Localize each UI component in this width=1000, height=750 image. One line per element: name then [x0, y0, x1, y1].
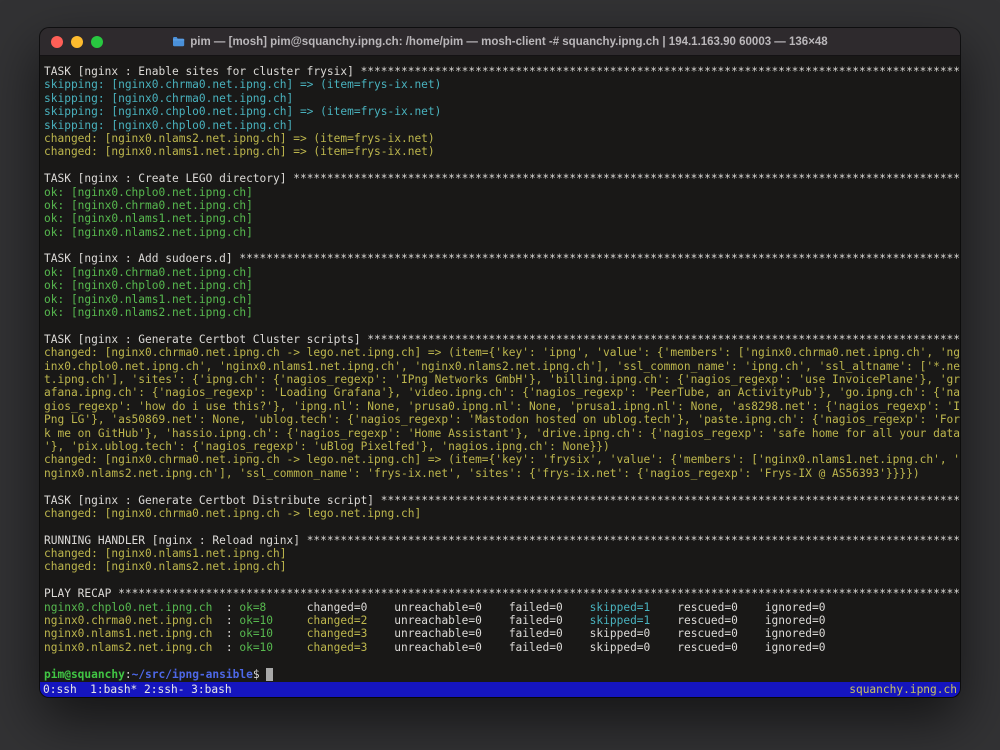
terminal-line — [44, 520, 960, 533]
terminal-line: afana.ipng.ch': {'nagios_regexp': 'Loadi… — [44, 386, 960, 399]
window-titlebar[interactable]: pim — [mosh] pim@squanchy.ipng.ch: /home… — [40, 28, 960, 56]
terminal-line: nginx0.chplo0.net.ipng.ch : ok=8 changed… — [44, 601, 960, 614]
terminal-line: nginx0.nlams1.net.ipng.ch : ok=10 change… — [44, 627, 960, 640]
terminal-line: skipping: [nginx0.chplo0.net.ipng.ch] — [44, 119, 960, 132]
terminal-line: changed: [nginx0.chrma0.net.ipng.ch -> l… — [44, 453, 960, 466]
terminal-line: changed: [nginx0.nlams2.net.ipng.ch] => … — [44, 132, 960, 145]
terminal-line — [44, 480, 960, 493]
terminal-line: changed: [nginx0.nlams1.net.ipng.ch] — [44, 547, 960, 560]
minimize-button[interactable] — [71, 36, 83, 48]
terminal-window: pim — [mosh] pim@squanchy.ipng.ch: /home… — [40, 28, 960, 697]
terminal-line: Png LG'}, 'as50869.net': None, 'ublog.te… — [44, 413, 960, 426]
terminal-line — [44, 159, 960, 172]
terminal-line: gios_regexp': 'how do i use this?'}, 'ip… — [44, 400, 960, 413]
terminal-line: PLAY RECAP *****************************… — [44, 587, 960, 600]
terminal-line — [44, 574, 960, 587]
terminal-line: skipping: [nginx0.chrma0.net.ipng.ch] — [44, 92, 960, 105]
terminal-line: RUNNING HANDLER [nginx : Reload nginx] *… — [44, 534, 960, 547]
terminal-line: inx0.chplo0.net.ipng.ch', 'nginx0.nlams1… — [44, 360, 960, 373]
window-title-group: pim — [mosh] pim@squanchy.ipng.ch: /home… — [172, 36, 827, 48]
terminal-output: TASK [nginx : Enable sites for cluster f… — [44, 65, 960, 682]
terminal-line: t.ipng.ch'], 'sites': {'ipng.ch': {'nagi… — [44, 373, 960, 386]
terminal-screen[interactable]: TASK [nginx : Enable sites for cluster f… — [40, 56, 960, 697]
terminal-line: skipping: [nginx0.chrma0.net.ipng.ch] =>… — [44, 78, 960, 91]
terminal-line: TASK [nginx : Enable sites for cluster f… — [44, 65, 960, 78]
terminal-cursor — [266, 668, 273, 681]
traffic-lights — [51, 28, 103, 55]
terminal-line: changed: [nginx0.chrma0.net.ipng.ch -> l… — [44, 346, 960, 359]
terminal-line — [44, 654, 960, 667]
terminal-line: changed: [nginx0.chrma0.net.ipng.ch -> l… — [44, 507, 960, 520]
tmux-status-bar: 0:ssh 1:bash* 2:ssh- 3:bash squanchy.ipn… — [40, 682, 960, 697]
folder-icon — [172, 36, 185, 47]
terminal-line — [44, 239, 960, 252]
terminal-line: TASK [nginx : Add sudoers.d] ***********… — [44, 252, 960, 265]
terminal-line: ok: [nginx0.nlams1.net.ipng.ch] — [44, 293, 960, 306]
terminal-line: k me on GitHub'}, 'hassio.ipng.ch': {'na… — [44, 427, 960, 440]
terminal-line: changed: [nginx0.nlams2.net.ipng.ch] — [44, 560, 960, 573]
terminal-line — [44, 319, 960, 332]
terminal-line: ok: [nginx0.chrma0.net.ipng.ch] — [44, 199, 960, 212]
terminal-line: skipping: [nginx0.chplo0.net.ipng.ch] =>… — [44, 105, 960, 118]
terminal-line: ok: [nginx0.nlams2.net.ipng.ch] — [44, 306, 960, 319]
terminal-line: TASK [nginx : Create LEGO directory] ***… — [44, 172, 960, 185]
terminal-line: changed: [nginx0.nlams1.net.ipng.ch] => … — [44, 145, 960, 158]
close-button[interactable] — [51, 36, 63, 48]
terminal-line: ok: [nginx0.nlams2.net.ipng.ch] — [44, 226, 960, 239]
terminal-line: nginx0.nlams2.net.ipng.ch'], 'ssl_common… — [44, 467, 960, 480]
terminal-line: ok: [nginx0.chrma0.net.ipng.ch] — [44, 266, 960, 279]
zoom-button[interactable] — [91, 36, 103, 48]
terminal-line: ok: [nginx0.chplo0.net.ipng.ch] — [44, 186, 960, 199]
terminal-line: TASK [nginx : Generate Certbot Cluster s… — [44, 333, 960, 346]
terminal-line: nginx0.nlams2.net.ipng.ch : ok=10 change… — [44, 641, 960, 654]
terminal-line: '}, 'pix.ublog.tech': {'nagios_regexp': … — [44, 440, 960, 453]
tmux-hostname: squanchy.ipng.ch — [849, 682, 957, 697]
terminal-line: pim@squanchy:~/src/ipng-ansible$ — [44, 668, 960, 681]
terminal-line: ok: [nginx0.chplo0.net.ipng.ch] — [44, 279, 960, 292]
terminal-line: ok: [nginx0.nlams1.net.ipng.ch] — [44, 212, 960, 225]
terminal-line: TASK [nginx : Generate Certbot Distribut… — [44, 494, 960, 507]
tmux-window-list[interactable]: 0:ssh 1:bash* 2:ssh- 3:bash — [43, 682, 232, 697]
window-title: pim — [mosh] pim@squanchy.ipng.ch: /home… — [190, 36, 827, 48]
terminal-line: nginx0.chrma0.net.ipng.ch : ok=10 change… — [44, 614, 960, 627]
